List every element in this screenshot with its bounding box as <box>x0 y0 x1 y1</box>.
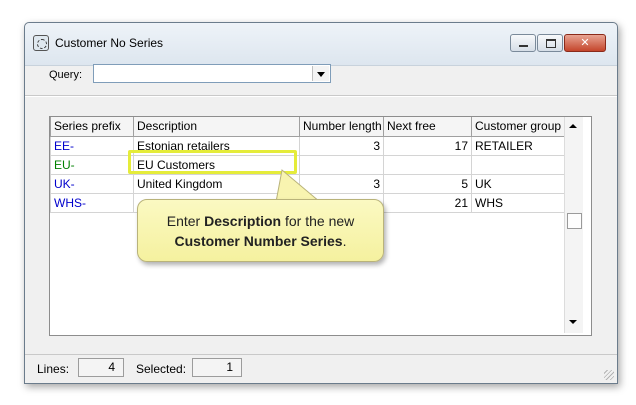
col-header-number-length[interactable]: Number length <box>299 117 384 137</box>
divider <box>25 95 617 97</box>
col-header-next-free[interactable]: Next free <box>383 117 472 137</box>
cell-next-free[interactable]: 5 <box>383 173 472 194</box>
lines-count: 4 <box>78 358 124 377</box>
title-bar[interactable]: Customer No Series <box>25 23 617 66</box>
dropdown-arrow-icon[interactable] <box>312 66 329 81</box>
cell-next-free[interactable]: 21 <box>383 192 472 213</box>
scroll-up-arrow-icon[interactable] <box>569 124 577 128</box>
cell-prefix[interactable]: UK- <box>50 173 134 194</box>
scroll-thumb[interactable] <box>567 213 582 229</box>
cell-prefix[interactable]: EE- <box>50 135 134 156</box>
vertical-scrollbar[interactable] <box>564 117 583 333</box>
app-gear-icon <box>33 35 49 51</box>
cell-number-length[interactable]: 3 <box>299 135 384 156</box>
col-header-description[interactable]: Description <box>133 117 300 137</box>
window-title: Customer No Series <box>55 36 164 50</box>
maximize-button[interactable] <box>537 34 563 52</box>
cell-customer-group[interactable]: WHS <box>471 192 567 213</box>
selected-label: Selected: <box>136 362 187 376</box>
cell-next-free[interactable]: 17 <box>383 135 472 156</box>
instruction-callout: Enter Description for the new Customer N… <box>137 199 384 262</box>
resize-grip-icon[interactable] <box>604 370 614 380</box>
query-label: Query: <box>49 69 83 81</box>
selected-count: 1 <box>192 358 242 377</box>
callout-text-end: . <box>342 233 347 249</box>
query-dropdown[interactable] <box>93 64 331 83</box>
header-row: Series prefix Description Number length … <box>50 117 567 137</box>
cell-customer-group[interactable]: RETAILER <box>471 135 567 156</box>
callout-bold-series: Customer Number Series <box>174 233 343 249</box>
close-button[interactable] <box>564 34 606 52</box>
cell-next-free[interactable] <box>383 154 472 175</box>
callout-text-pre: Enter <box>166 213 205 229</box>
cell-prefix[interactable]: EU- <box>50 154 134 175</box>
col-header-series-prefix[interactable]: Series prefix <box>50 117 134 137</box>
callout-text-mid: for the new <box>281 213 355 229</box>
minimize-button[interactable] <box>510 34 536 52</box>
lines-label: Lines: <box>37 362 70 376</box>
callout-bold-description: Description <box>204 213 282 229</box>
status-bar: Lines: 4 Selected: 1 <box>25 354 617 383</box>
cell-prefix[interactable]: WHS- <box>50 192 134 213</box>
cell-customer-group[interactable] <box>471 154 567 175</box>
col-header-customer-group[interactable]: Customer group <box>471 117 567 137</box>
scroll-down-arrow-icon[interactable] <box>569 320 577 324</box>
cell-customer-group[interactable]: UK <box>471 173 567 194</box>
